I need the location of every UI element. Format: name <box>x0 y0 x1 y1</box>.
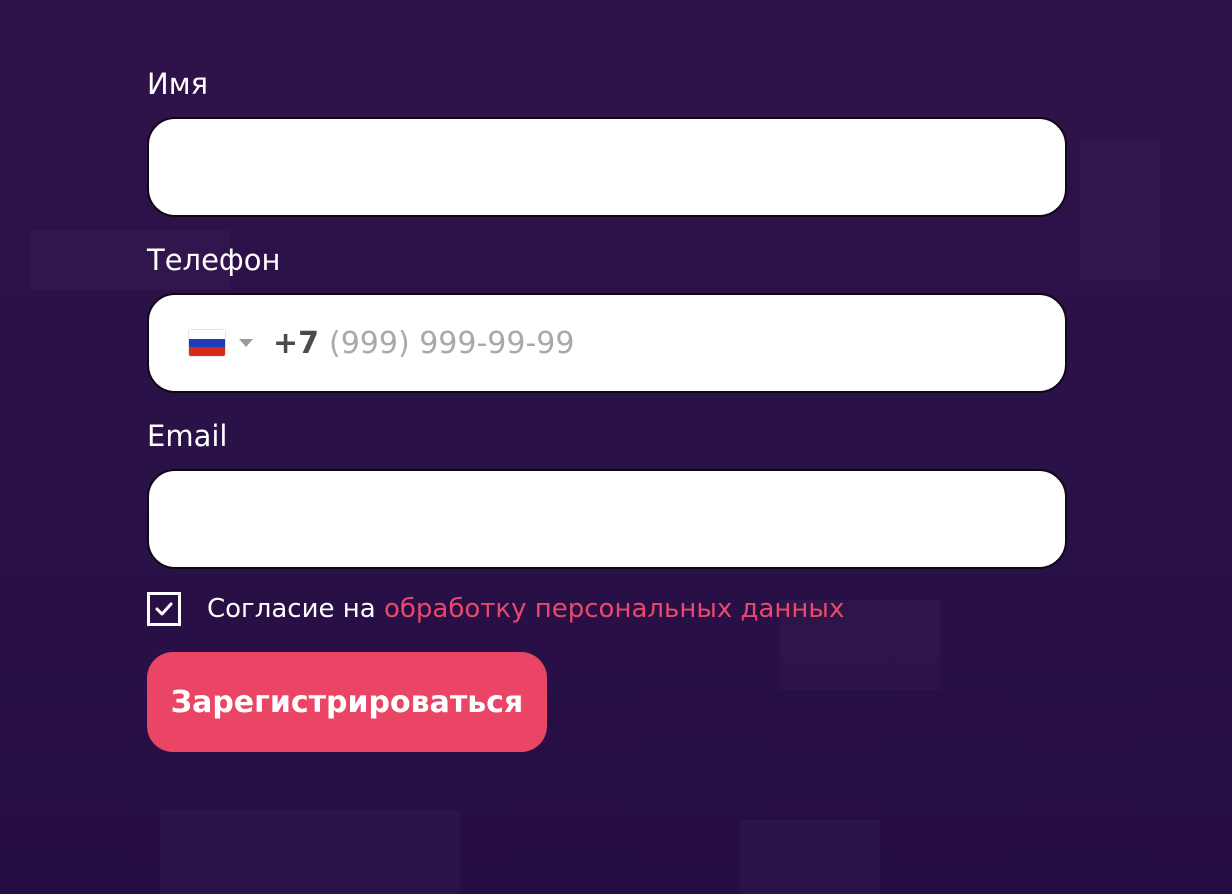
phone-input[interactable]: +7 (999) 999-99-99 <box>147 293 1067 393</box>
phone-label: Телефон <box>147 243 281 277</box>
email-label: Email <box>147 419 228 453</box>
name-input[interactable] <box>147 117 1067 217</box>
phone-country-code: +7 <box>273 325 320 361</box>
russia-flag-icon[interactable] <box>189 330 225 356</box>
register-button[interactable]: Зарегистрироваться <box>147 652 547 752</box>
name-label: Имя <box>147 67 209 101</box>
background-decoration <box>1080 140 1160 280</box>
privacy-policy-link[interactable]: обработку персональных данных <box>384 594 844 624</box>
chevron-down-icon[interactable] <box>239 339 253 347</box>
phone-row: +7 (999) 999-99-99 <box>189 295 574 391</box>
consent-text: Согласие на обработку персональных данны… <box>207 594 844 624</box>
consent-label: Согласие на <box>207 594 376 624</box>
email-input[interactable] <box>147 469 1067 569</box>
phone-placeholder: (999) 999-99-99 <box>329 325 575 361</box>
checkmark-icon <box>155 602 173 616</box>
background-decoration <box>160 810 460 894</box>
consent-checkbox[interactable] <box>147 592 181 626</box>
consent-row: Согласие на обработку персональных данны… <box>147 592 844 626</box>
background-decoration <box>740 820 880 894</box>
